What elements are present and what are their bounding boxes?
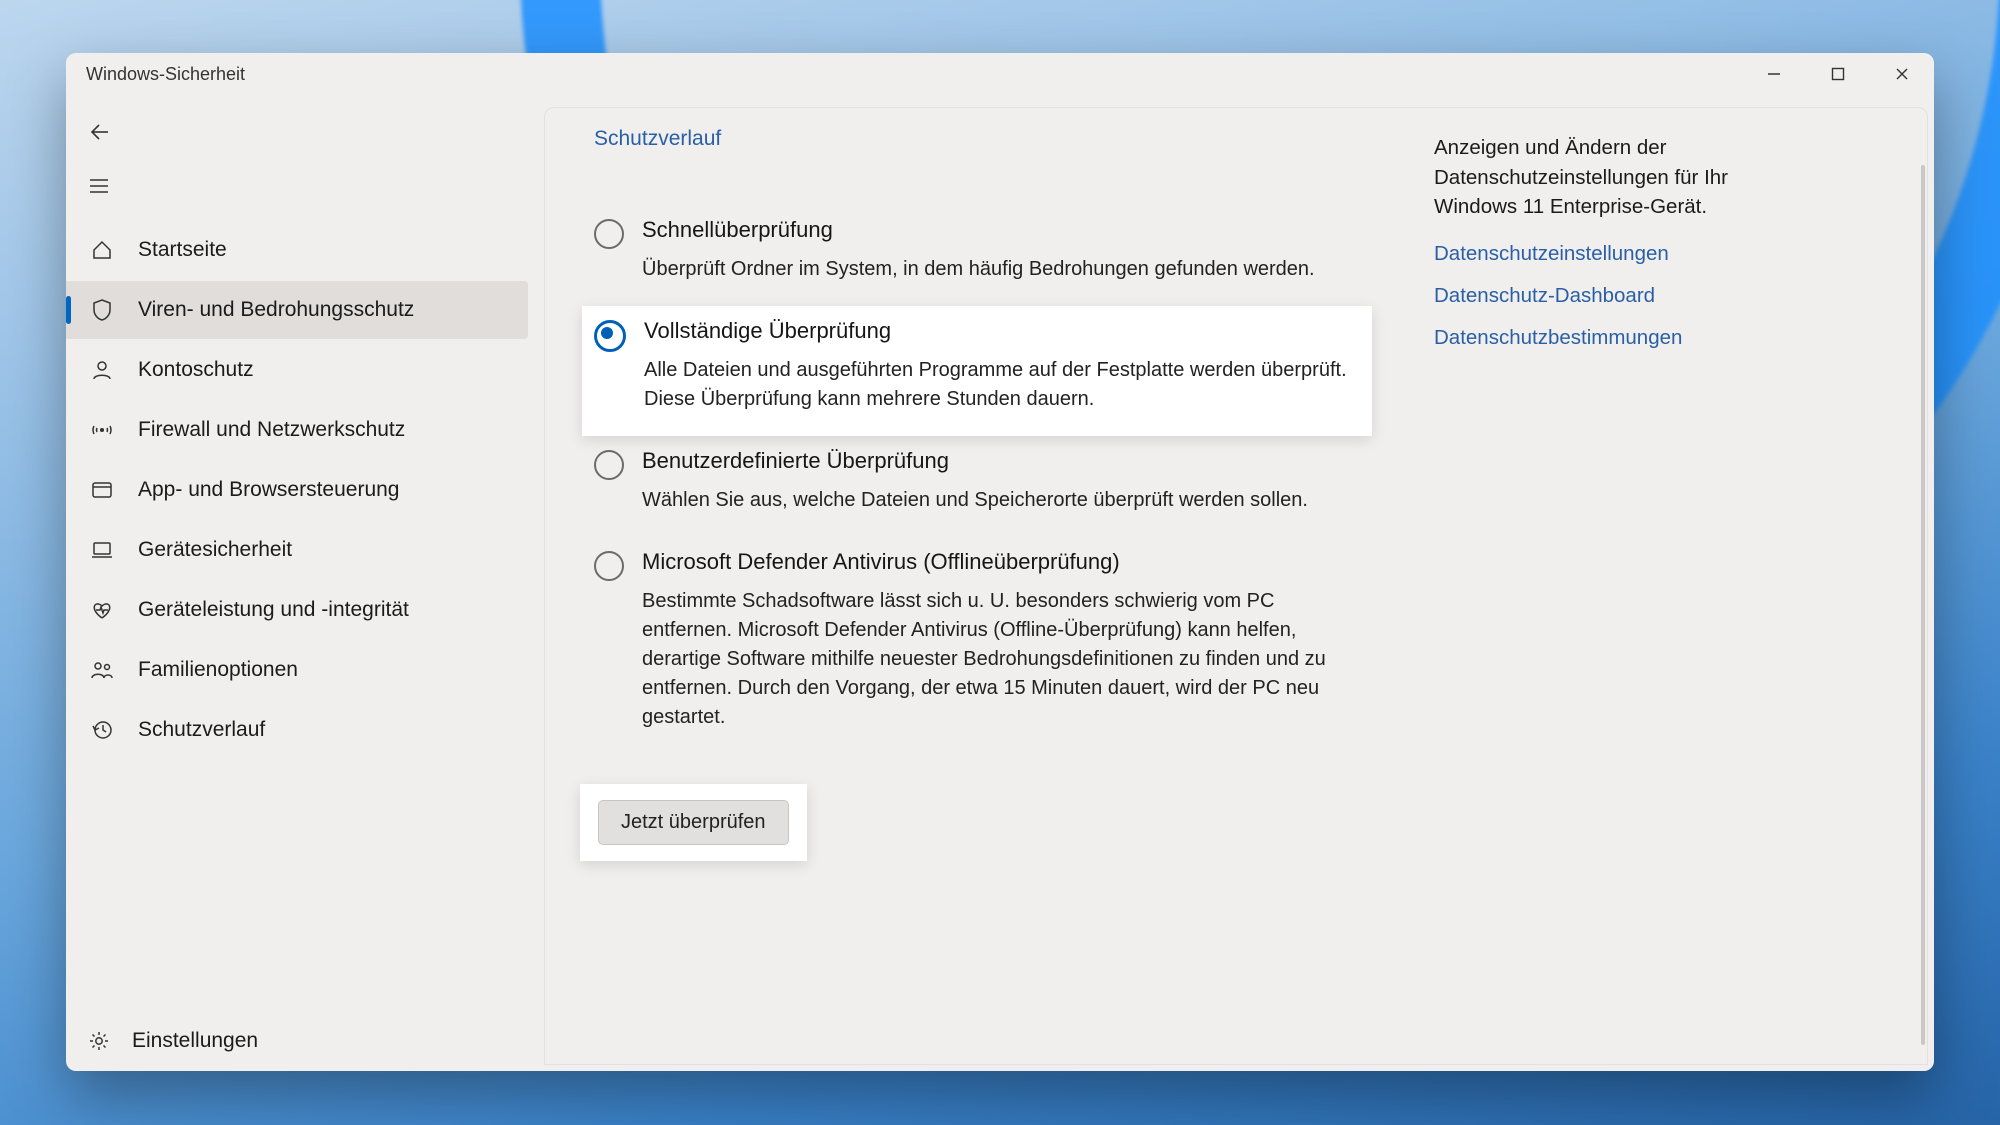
privacy-description: Anzeigen und Ändern der Datenschutzeinst… bbox=[1434, 133, 1794, 222]
scan-option-quick[interactable]: Schnellüberprüfung Überprüft Ordner im S… bbox=[594, 205, 1354, 306]
sidebar-item-label: Firewall und Netzwerkschutz bbox=[138, 418, 405, 442]
scan-option-desc: Bestimmte Schadsoftware lässt sich u. U.… bbox=[642, 587, 1336, 732]
gear-icon bbox=[88, 1030, 110, 1052]
sidebar-item-label: Geräteleistung und -integrität bbox=[138, 598, 409, 622]
hamburger-menu-button[interactable] bbox=[88, 175, 110, 197]
sidebar-item-performance[interactable]: Geräteleistung und -integrität bbox=[66, 581, 538, 639]
sidebar: Startseite Viren- und Bedrohungsschutz K… bbox=[66, 95, 538, 1071]
scan-option-offline[interactable]: Microsoft Defender Antivirus (Offlineübe… bbox=[594, 537, 1354, 754]
scan-option-desc: Überprüft Ordner im System, in dem häufi… bbox=[642, 255, 1315, 284]
sidebar-item-firewall[interactable]: Firewall und Netzwerkschutz bbox=[66, 401, 538, 459]
heart-pulse-icon bbox=[88, 600, 116, 620]
shield-icon bbox=[88, 298, 116, 322]
sidebar-item-device-security[interactable]: Gerätesicherheit bbox=[66, 521, 538, 579]
home-icon bbox=[88, 239, 116, 261]
privacy-dashboard-link[interactable]: Datenschutz-Dashboard bbox=[1434, 284, 1794, 308]
sidebar-item-label: Schutzverlauf bbox=[138, 718, 265, 742]
window-title: Windows-Sicherheit bbox=[86, 64, 245, 85]
sidebar-item-label: Einstellungen bbox=[132, 1029, 258, 1053]
sidebar-item-label: App- und Browsersteuerung bbox=[138, 478, 400, 502]
scan-option-desc: Alle Dateien und ausgeführten Programme … bbox=[644, 356, 1354, 414]
scan-option-title: Microsoft Defender Antivirus (Offlineübe… bbox=[642, 549, 1336, 575]
scan-option-title: Vollständige Überprüfung bbox=[644, 318, 1354, 344]
sidebar-item-label: Startseite bbox=[138, 238, 227, 262]
privacy-sidebar: Anzeigen und Ändern der Datenschutzeinst… bbox=[1434, 127, 1794, 1025]
sidebar-item-app-browser[interactable]: App- und Browsersteuerung bbox=[66, 461, 538, 519]
sidebar-item-virus-threat[interactable]: Viren- und Bedrohungsschutz bbox=[66, 281, 528, 339]
wifi-icon bbox=[88, 420, 116, 440]
sidebar-item-label: Gerätesicherheit bbox=[138, 538, 292, 562]
scan-option-custom[interactable]: Benutzerdefinierte Überprüfung Wählen Si… bbox=[594, 436, 1354, 537]
maximize-button[interactable] bbox=[1806, 53, 1870, 95]
back-button[interactable] bbox=[88, 120, 112, 144]
privacy-settings-link[interactable]: Datenschutzeinstellungen bbox=[1434, 242, 1794, 266]
sidebar-item-family[interactable]: Familienoptionen bbox=[66, 641, 538, 699]
protection-history-link[interactable]: Schutzverlauf bbox=[594, 127, 1354, 151]
sidebar-item-label: Kontoschutz bbox=[138, 358, 254, 382]
minimize-button[interactable] bbox=[1742, 53, 1806, 95]
scan-option-full[interactable]: Vollständige Überprüfung Alle Dateien un… bbox=[582, 306, 1372, 436]
scan-now-button[interactable]: Jetzt überprüfen bbox=[598, 800, 789, 845]
sidebar-item-home[interactable]: Startseite bbox=[66, 221, 538, 279]
windows-security-window: Windows-Sicherheit bbox=[66, 53, 1934, 1071]
sidebar-item-account[interactable]: Kontoschutz bbox=[66, 341, 538, 399]
person-icon bbox=[88, 359, 116, 381]
people-icon bbox=[88, 660, 116, 680]
radio-unchecked-icon[interactable] bbox=[594, 551, 624, 581]
radio-checked-icon[interactable] bbox=[594, 320, 626, 352]
history-icon bbox=[88, 719, 116, 741]
sidebar-item-settings[interactable]: Einstellungen bbox=[66, 1011, 538, 1071]
close-button[interactable] bbox=[1870, 53, 1934, 95]
scan-option-desc: Wählen Sie aus, welche Dateien und Speic… bbox=[642, 486, 1308, 515]
scan-button-highlight: Jetzt überprüfen bbox=[580, 784, 807, 861]
scan-option-title: Benutzerdefinierte Überprüfung bbox=[642, 448, 1308, 474]
sidebar-item-protection-history[interactable]: Schutzverlauf bbox=[66, 701, 538, 759]
titlebar: Windows-Sicherheit bbox=[66, 53, 1934, 95]
app-window-icon bbox=[88, 480, 116, 500]
radio-unchecked-icon[interactable] bbox=[594, 450, 624, 480]
content-panel: Schutzverlauf Schnellüberprüfung Überprü… bbox=[544, 107, 1928, 1065]
privacy-statement-link[interactable]: Datenschutzbestimmungen bbox=[1434, 326, 1794, 350]
sidebar-item-label: Familienoptionen bbox=[138, 658, 298, 682]
scan-option-title: Schnellüberprüfung bbox=[642, 217, 1315, 243]
radio-unchecked-icon[interactable] bbox=[594, 219, 624, 249]
sidebar-item-label: Viren- und Bedrohungsschutz bbox=[138, 298, 414, 322]
scrollbar[interactable] bbox=[1921, 165, 1925, 1045]
laptop-icon bbox=[88, 540, 116, 560]
